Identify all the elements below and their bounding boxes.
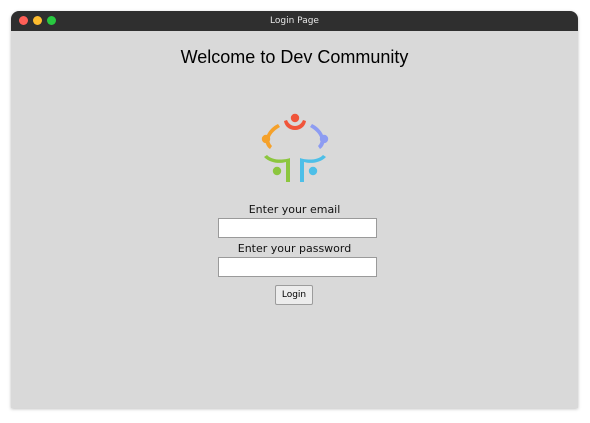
window-title: Login Page [270,16,319,26]
community-logo-icon [261,113,329,182]
dev-community-logo [257,109,333,185]
password-label: Enter your password [237,242,352,255]
login-window: Login Page Welcome to Dev Community Ente… [11,11,578,408]
email-label: Enter your email [248,203,341,216]
title-bar: Login Page [11,11,578,31]
login-content: Welcome to Dev Community Enter your emai… [11,31,578,408]
email-input[interactable] [218,218,377,238]
page-title: Welcome to Dev Community [180,47,409,67]
password-input[interactable] [218,257,377,277]
login-button[interactable]: Login [275,285,313,305]
